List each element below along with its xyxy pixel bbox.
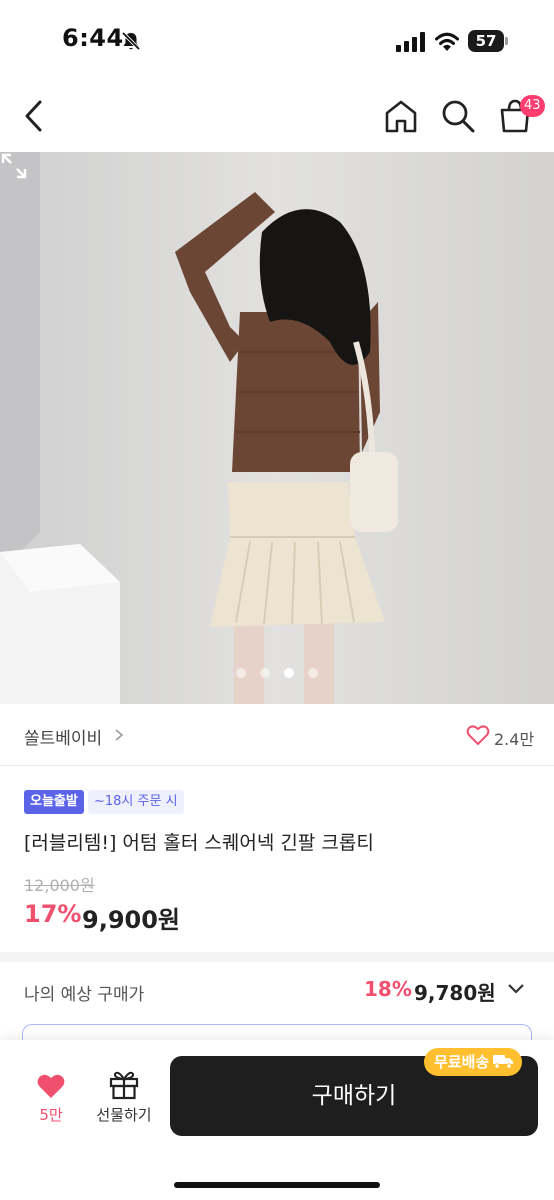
- carousel-dot[interactable]: [260, 668, 270, 678]
- search-icon[interactable]: [440, 98, 476, 134]
- expected-price: 9,780원: [414, 981, 496, 1005]
- cellular-signal-icon: [396, 32, 425, 52]
- battery-icon: 57: [468, 30, 508, 52]
- chevron-down-icon[interactable]: [506, 982, 526, 996]
- battery-level: 57: [475, 32, 497, 50]
- back-icon[interactable]: [18, 98, 52, 134]
- carousel-dot[interactable]: [236, 668, 246, 678]
- product-photo: [0, 152, 554, 704]
- product-image-carousel[interactable]: [0, 152, 554, 704]
- original-price: 12,000원: [24, 876, 95, 895]
- discount-rate: 17%: [24, 900, 82, 928]
- free-shipping-label: 무료배송: [434, 1053, 490, 1071]
- cutoff-time-badge: ~18시 주문 시: [88, 790, 184, 814]
- wifi-icon: [435, 32, 459, 51]
- home-indicator: [174, 1182, 380, 1188]
- bell-slash-icon: [121, 31, 141, 51]
- status-time: 6:44: [62, 24, 124, 52]
- heart-outline-icon[interactable]: [466, 724, 490, 746]
- bottom-action-bar: 5만 선물하기 구매하기 무료배송: [0, 1040, 554, 1200]
- today-shipping-badge: 오늘출발: [24, 790, 84, 814]
- expand-icon[interactable]: [0, 152, 28, 180]
- truck-icon: [493, 1055, 514, 1069]
- carousel-dot[interactable]: [308, 668, 318, 678]
- product-title: [러블리템!] 어텀 홀터 스퀘어넥 긴팔 크롭티: [24, 832, 374, 854]
- wish-count: 5만: [39, 1106, 63, 1124]
- expected-discount-rate: 18%: [364, 977, 412, 1001]
- carousel-dots: [232, 668, 322, 680]
- top-nav-bar: 43: [0, 80, 554, 152]
- expected-price-label[interactable]: 나의 예상 구매가: [24, 980, 144, 1005]
- brand-name[interactable]: 쏠트베이비: [24, 724, 102, 749]
- sale-price: 9,900원: [82, 906, 180, 934]
- gift-icon[interactable]: [108, 1068, 140, 1100]
- status-bar: 6:44 57: [0, 0, 554, 80]
- chevron-right-icon: [115, 729, 124, 741]
- brand-row[interactable]: 쏠트베이비 2.4만: [0, 704, 554, 766]
- cart-count-badge: 43: [520, 95, 545, 117]
- home-icon[interactable]: [382, 98, 420, 134]
- section-divider: [0, 952, 554, 962]
- carousel-dot-active[interactable]: [284, 668, 294, 678]
- gift-label[interactable]: 선물하기: [88, 1104, 160, 1125]
- brand-like-count: 2.4만: [494, 730, 535, 749]
- heart-filled-icon[interactable]: [36, 1072, 66, 1100]
- free-shipping-badge: 무료배송: [424, 1048, 523, 1076]
